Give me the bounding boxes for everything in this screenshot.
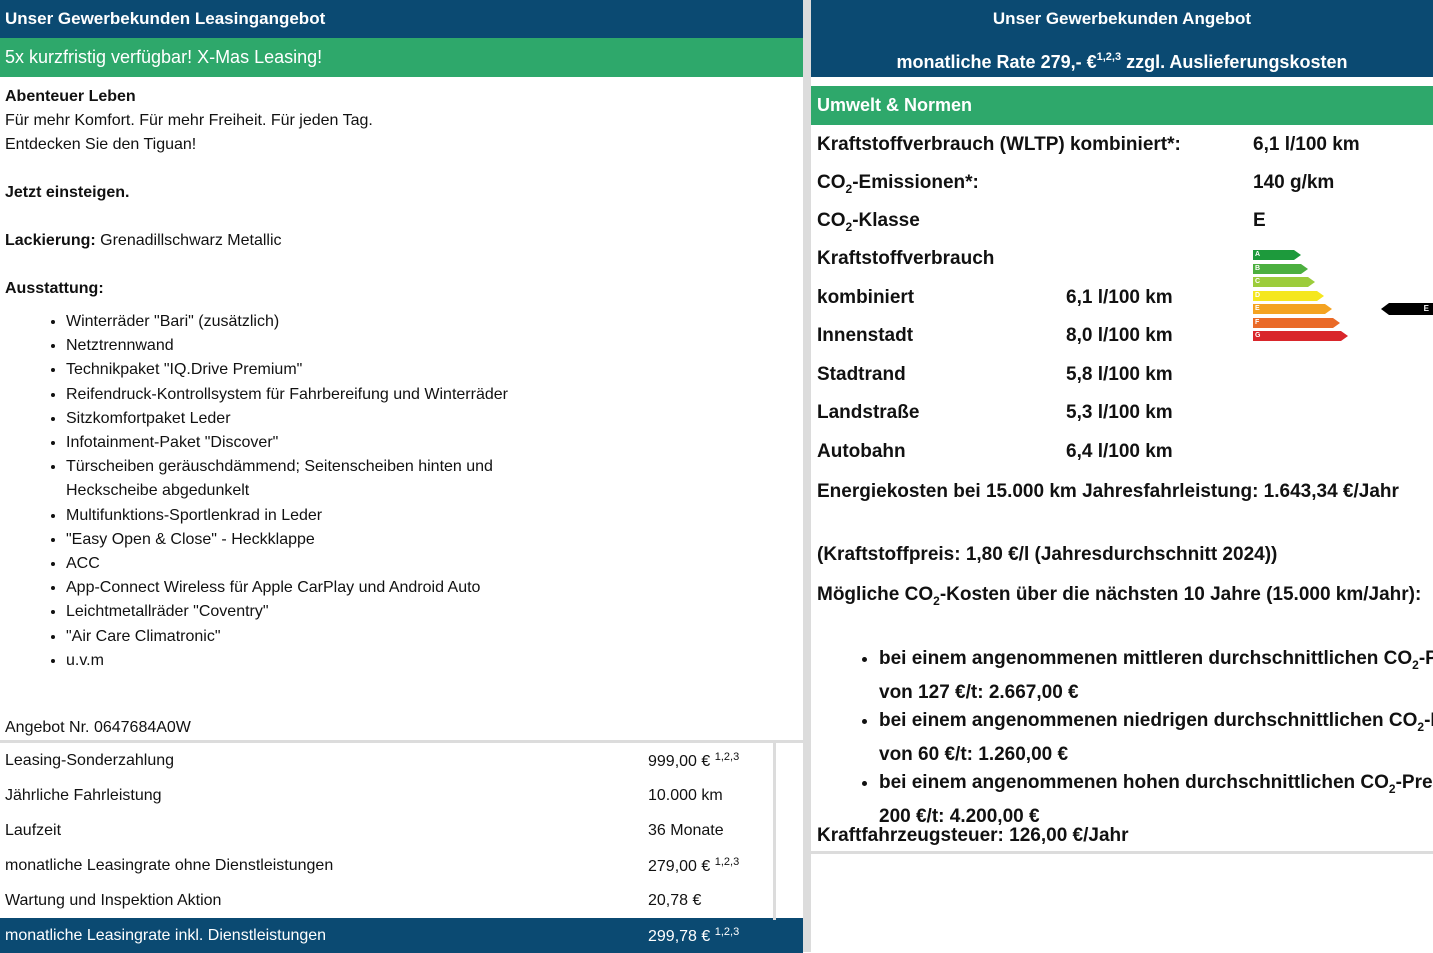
equipment-item: Multifunktions-Sportlenkrad in Leder [66, 504, 803, 528]
co2-class-label: CO2-Klasse [817, 210, 920, 234]
energy-class-bar: D [1253, 290, 1324, 301]
equipment-item: "Easy Open & Close" - Heckklappe [66, 528, 803, 552]
equipment-label: Ausstattung: [5, 280, 104, 297]
fuel-row-value: 5,3 l/100 km [1066, 402, 1173, 423]
price-value: 299,78 € 1,2,3 [648, 925, 740, 945]
price-table: Leasing-Sonderzahlung 999,00 € 1,2,3 Jäh… [0, 740, 803, 953]
rate-header: Unser Gewerbekunden Angebot monatliche R… [811, 0, 1433, 77]
energy-class-bar: A [1253, 250, 1301, 260]
price-label: Leasing-Sonderzahlung [5, 751, 175, 769]
co2-emissions-value: 140 g/km [1253, 172, 1335, 193]
equipment-item: "Air Care Climatronic" [66, 625, 803, 649]
description-line-2: Entdecken Sie den Tiguan! [5, 136, 197, 153]
vehicle-tax: Kraftfahrzeugsteuer: 126,00 €/Jahr [817, 825, 1129, 846]
environment-section-header: Umwelt & Normen [811, 86, 1433, 125]
price-value: 36 Monate [648, 821, 724, 839]
energy-class-bar: G [1253, 331, 1348, 341]
price-value: 10.000 km [648, 786, 723, 804]
price-row: Laufzeit 36 Monate [0, 813, 803, 848]
leasing-offer-panel: Unser Gewerbekunden Leasingangebot 5x ku… [0, 0, 803, 953]
equipment-item: Infotainment-Paket "Discover" [66, 431, 803, 455]
equipment-item-part: Türscheiben geräuschdämmend; Seitenschei… [66, 458, 493, 476]
equipment-item: Winterräder "Bari" (zusätzlich) [66, 310, 803, 334]
energy-class-bar: B [1253, 263, 1308, 274]
equipment-item: Türscheiben geräuschdämmend; Seitenschei… [66, 455, 803, 503]
offer-page: Unser Gewerbekunden Leasingangebot 5x ku… [0, 0, 1433, 953]
price-label: Wartung und Inspektion Aktion [5, 891, 222, 909]
energy-class-bar: E [1253, 304, 1332, 314]
environment-panel: Unser Gewerbekunden Angebot monatliche R… [811, 0, 1433, 952]
equipment-list: Winterräder "Bari" (zusätzlich) Netztren… [0, 310, 803, 673]
energy-costs: Energiekosten bei 15.000 km Jahresfahrle… [817, 481, 1399, 502]
price-row: Jährliche Fahrleistung 10.000 km [0, 778, 803, 813]
leasing-offer-header: Unser Gewerbekunden Leasingangebot [0, 0, 803, 38]
consumption-value: 6,1 l/100 km [1253, 134, 1360, 155]
co2-emissions-label: CO2-Emissionen*: [817, 172, 979, 196]
price-label: Laufzeit [5, 821, 62, 839]
co2-costs-heading: Mögliche CO2-Kosten über die nächsten 10… [817, 584, 1422, 608]
monthly-rate: monatliche Rate 279,- €1,2,3 zzgl. Ausli… [896, 51, 1348, 72]
price-row: Wartung und Inspektion Aktion 20,78 € [0, 883, 803, 918]
energy-class-bar: C [1253, 277, 1315, 287]
environment-details: Kraftstoffverbrauch (WLTP) kombiniert*: … [811, 125, 1433, 854]
price-value: 279,00 € 1,2,3 [648, 855, 740, 875]
price-value: 20,78 € [648, 891, 702, 909]
paint-label: Lackierung: [5, 232, 96, 249]
co2-class-value: E [1253, 210, 1266, 231]
fuel-row-value: 8,0 l/100 km [1066, 325, 1173, 346]
equipment-item-part: Heckscheibe abgedunkelt [66, 482, 250, 500]
equipment-item: u.v.m [66, 649, 803, 673]
equipment-item: Netztrennwand [66, 334, 803, 358]
price-label: monatliche Leasingrate inkl. Dienstleist… [5, 926, 327, 944]
co2-cost-item: bei einem angenommenen niedrigen durchsc… [879, 707, 1433, 769]
description-line-1: Für mehr Komfort. Für mehr Freiheit. Für… [5, 112, 373, 129]
column-separator [773, 740, 776, 920]
fuel-row-label: kombiniert [817, 287, 915, 308]
rate-header-title: Unser Gewerbekunden Angebot [992, 9, 1252, 28]
panel-divider [803, 0, 811, 952]
price-row: Leasing-Sonderzahlung 999,00 € 1,2,3 [0, 743, 803, 778]
fuel-price: (Kraftstoffpreis: 1,80 €/l (Jahresdurchs… [817, 544, 1278, 565]
price-row-total: monatliche Leasingrate inkl. Dienstleist… [0, 918, 803, 953]
fuel-row-label: Stadtrand [817, 364, 906, 385]
energy-class-indicator: E [1381, 303, 1433, 315]
co2-cost-list: bei einem angenommenen mittleren durchsc… [817, 645, 1433, 831]
energy-class-bar: F [1253, 317, 1340, 328]
call-to-action: Jetzt einsteigen. [5, 184, 130, 201]
fuel-row-value: 6,4 l/100 km [1066, 441, 1173, 462]
equipment-item: App-Connect Wireless für Apple CarPlay u… [66, 576, 803, 600]
price-label: Jährliche Fahrleistung [5, 786, 162, 804]
price-value: 999,00 € 1,2,3 [648, 750, 740, 770]
fuel-consumption-label: Kraftstoffverbrauch [817, 248, 995, 269]
equipment-item: Reifendruck-Kontrollsystem für Fahrberei… [66, 383, 803, 407]
equipment-item: Technikpaket "IQ.Drive Premium" [66, 358, 803, 382]
paint-value: Grenadillschwarz Metallic [100, 232, 282, 249]
paint-info: Lackierung: Grenadillschwarz Metallic [5, 229, 798, 253]
equipment-item: Leichtmetallräder "Coventry" [66, 600, 803, 624]
fuel-row-value: 6,1 l/100 km [1066, 287, 1173, 308]
fuel-row-label: Autobahn [817, 441, 906, 462]
offer-number: Angebot Nr. 0647684A0W [5, 719, 191, 736]
headline: Abenteuer Leben [5, 88, 136, 105]
co2-cost-item: bei einem angenommenen mittleren durchsc… [879, 645, 1433, 707]
vehicle-description: Abenteuer Leben Für mehr Komfort. Für me… [0, 77, 803, 301]
fuel-row-label: Landstraße [817, 402, 920, 423]
availability-banner: 5x kurzfristig verfügbar! X-Mas Leasing! [0, 38, 803, 77]
fuel-row-label: Innenstadt [817, 325, 914, 346]
equipment-item: ACC [66, 552, 803, 576]
price-label: monatliche Leasingrate ohne Dienstleistu… [5, 856, 334, 874]
price-row: monatliche Leasingrate ohne Dienstleistu… [0, 848, 803, 883]
fuel-row-value: 5,8 l/100 km [1066, 364, 1173, 385]
equipment-item: Sitzkomfortpaket Leder [66, 407, 803, 431]
consumption-label: Kraftstoffverbrauch (WLTP) kombiniert*: [817, 134, 1181, 155]
